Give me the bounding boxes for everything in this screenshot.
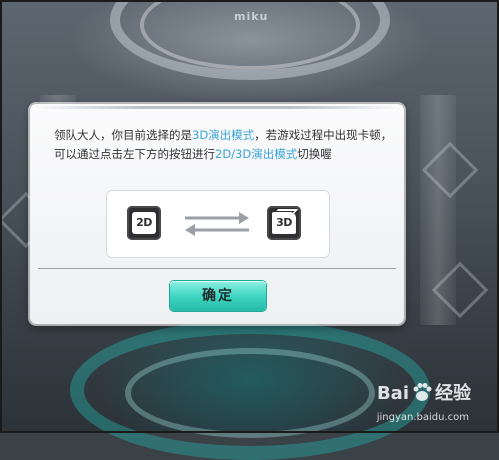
dialog-divider (38, 268, 396, 269)
message-text-1: 领队大人，你目前选择的是 (54, 128, 192, 142)
paw-icon (413, 383, 432, 401)
mode-switch-dialog: 领队大人，你目前选择的是3D演出模式，若游戏过程中出现卡顿，可以通过点击左下方的… (30, 104, 404, 324)
baidu-watermark: Bai 经验 (377, 379, 471, 405)
message-highlight-2d3d-mode: 2D/3D演出模式 (215, 147, 298, 161)
2d-mode-icon: 2D (127, 206, 161, 240)
watermark-brand-right: 经验 (435, 383, 471, 404)
watermark-url: jingyan.baidu.com (376, 412, 469, 423)
message-text-3: 切换喔 (297, 147, 332, 161)
dialog-top-highlight (36, 106, 398, 109)
dialog-message: 领队大人，你目前选择的是3D演出模式，若游戏过程中出现卡顿，可以通过点击左下方的… (54, 126, 394, 164)
stage-ring-bottom-inner (125, 348, 375, 438)
3d-mode-label: 3D (272, 212, 296, 234)
stage-brand-text: miku (234, 10, 269, 23)
confirm-button[interactable]: 确定 (170, 281, 266, 311)
3d-mode-icon: 3D (267, 206, 301, 240)
mode-illustration: 2D 3D (106, 190, 330, 258)
message-highlight-3d-mode: 3D演出模式 (192, 128, 255, 142)
watermark-brand-left: Bai (376, 383, 409, 404)
2d-mode-label: 2D (132, 212, 156, 234)
swap-arrows-icon (185, 212, 249, 236)
